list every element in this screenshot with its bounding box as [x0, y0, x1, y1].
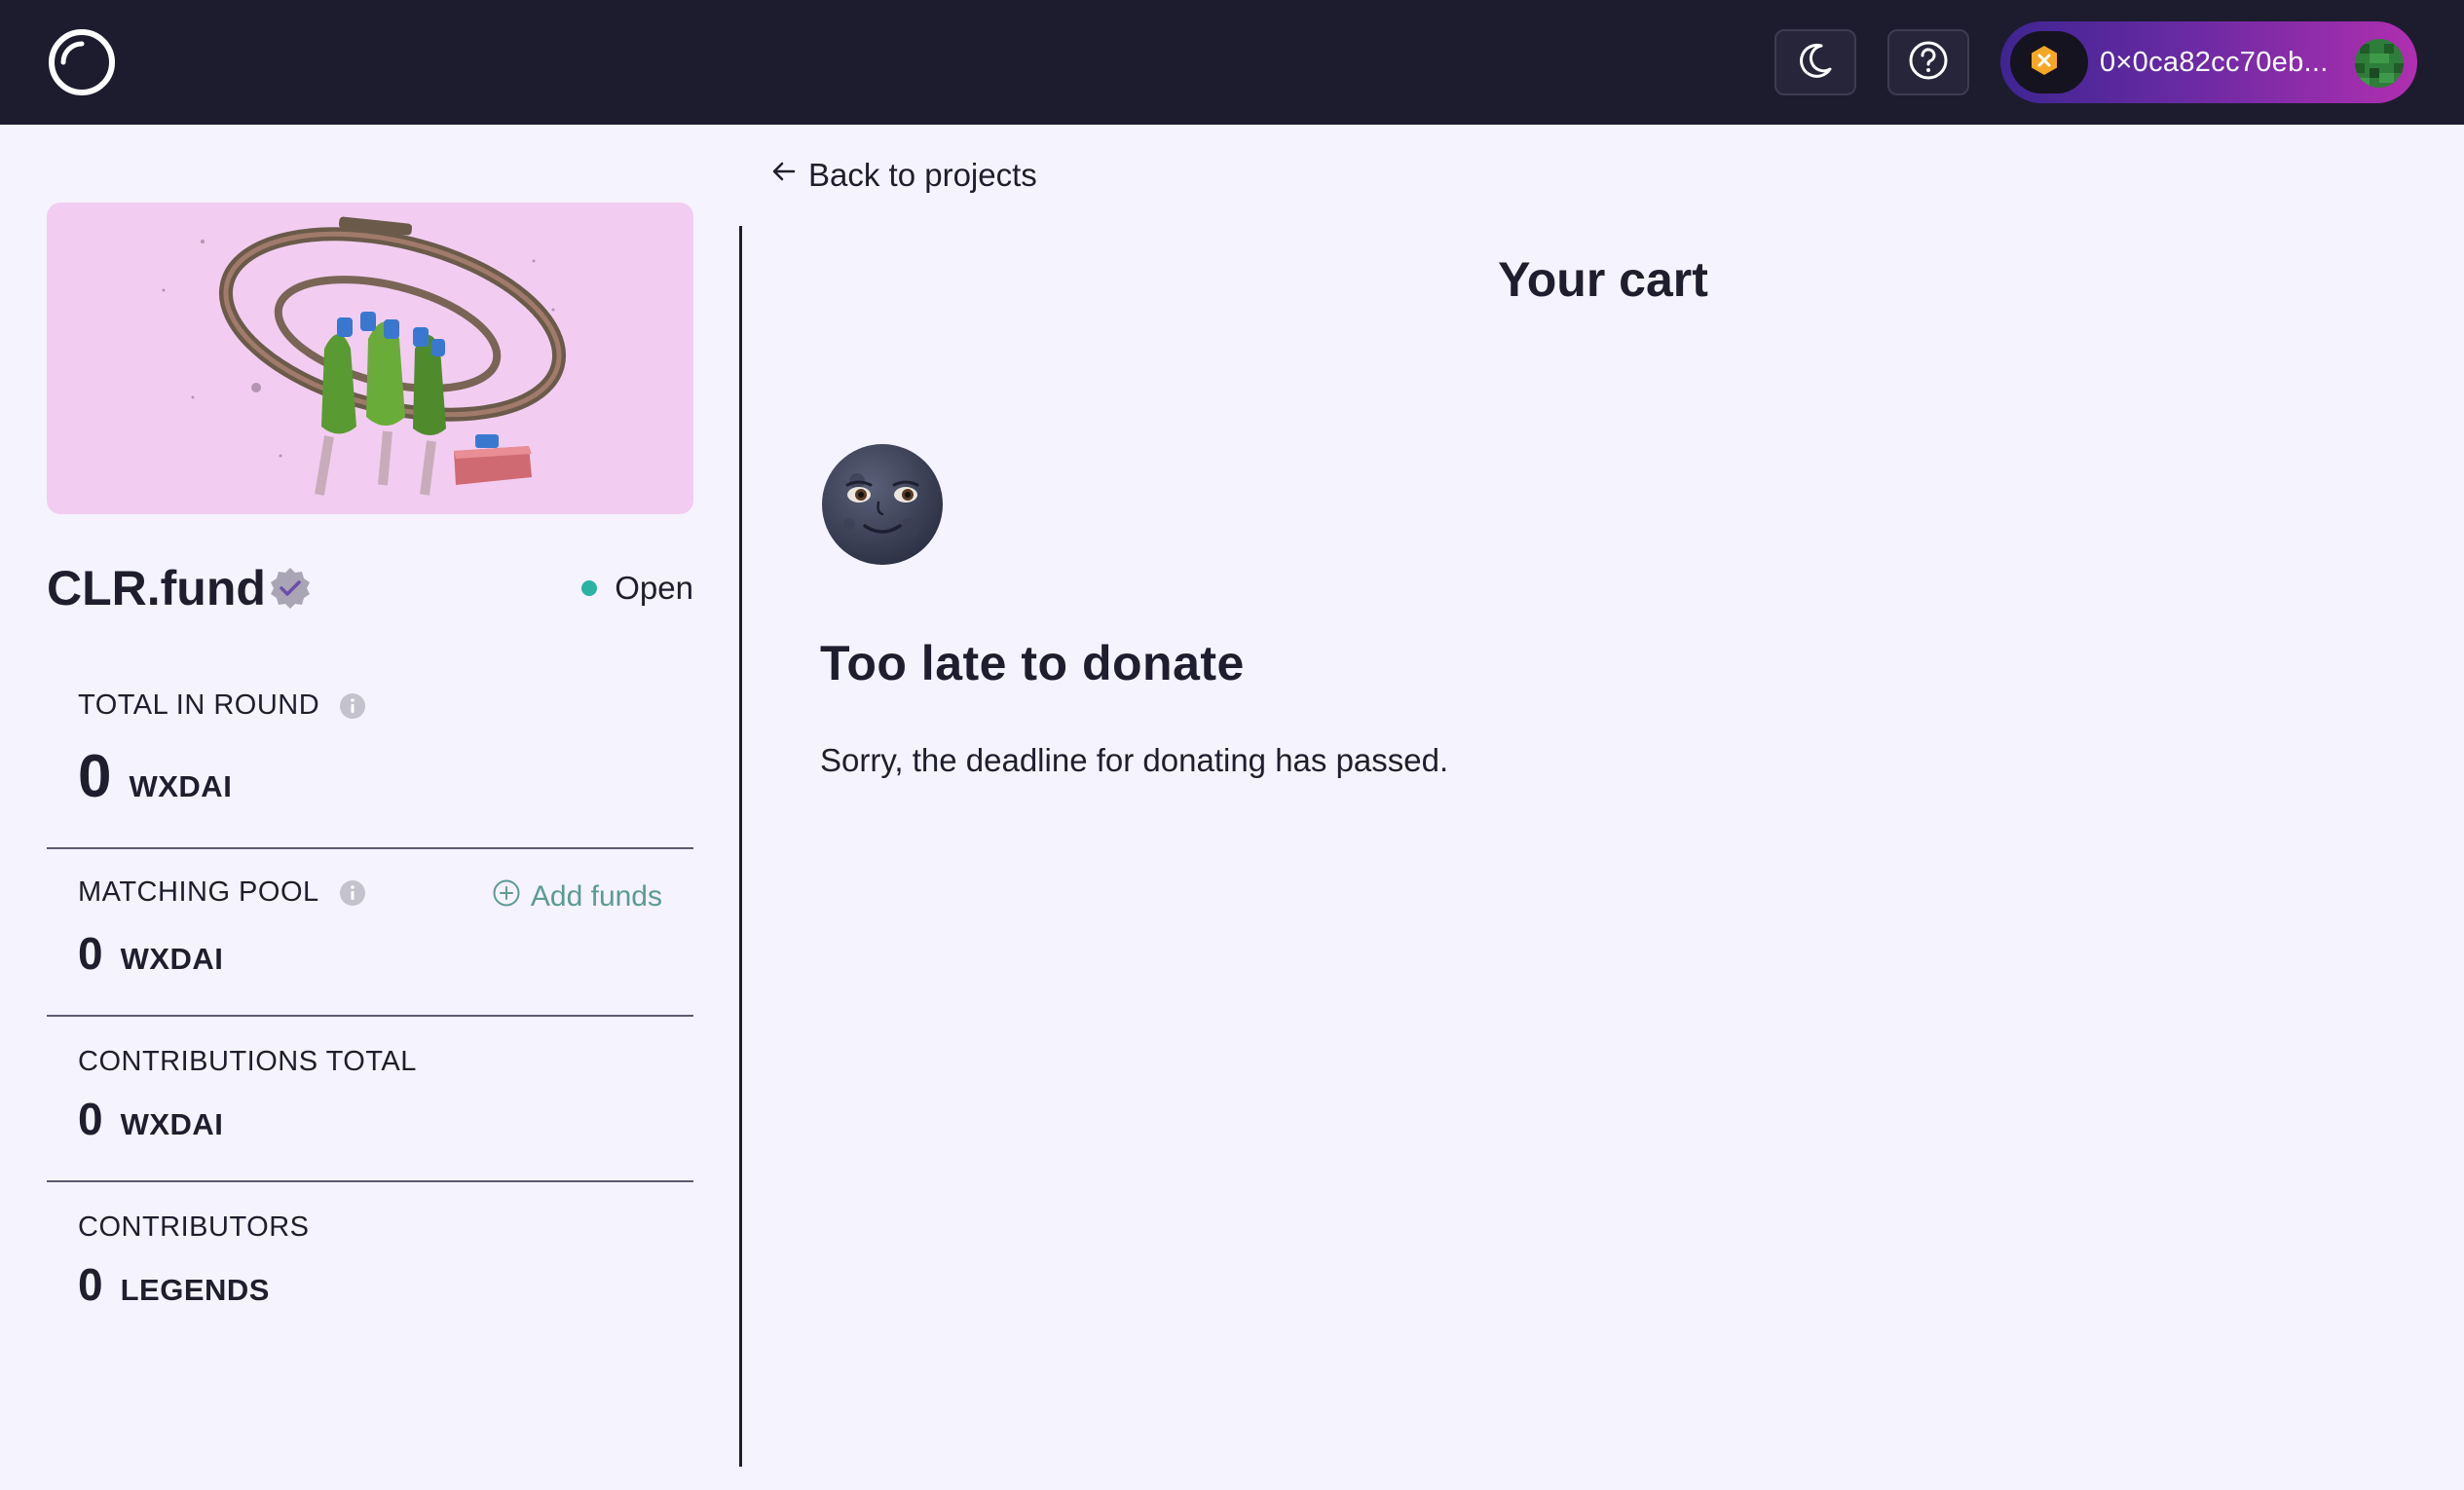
- theme-toggle-button[interactable]: [1774, 29, 1856, 95]
- avatar: [2355, 39, 2404, 88]
- stat-label: TOTAL IN ROUND: [78, 689, 320, 721]
- new-moon-face-icon: [820, 442, 945, 567]
- stat-label: MATCHING POOL: [78, 876, 319, 908]
- verified-badge-icon: [267, 565, 314, 612]
- stat-label: CONTRIBUTORS: [78, 1211, 310, 1243]
- stat-contributions-total: CONTRIBUTIONS TOTAL 0 WXDAI: [47, 1017, 693, 1182]
- stat-value: 0: [78, 1094, 103, 1144]
- stat-total-in-round: TOTAL IN ROUND 0 WXDAI: [47, 662, 693, 849]
- stat-contributors: CONTRIBUTORS 0 LEGENDS: [47, 1182, 693, 1328]
- stat-unit: LEGENDS: [120, 1273, 270, 1307]
- info-icon[interactable]: [339, 692, 366, 720]
- add-funds-label: Add funds: [530, 880, 662, 913]
- stat-matching-pool: MATCHING POOL Add funds 0 WXDAI: [47, 849, 693, 1017]
- cart-title: Your cart: [1498, 252, 1708, 307]
- back-to-projects-link[interactable]: Back to projects: [769, 152, 1037, 199]
- xdai-chain-icon: [2028, 44, 2061, 82]
- stat-unit: WXDAI: [120, 1107, 224, 1141]
- project-name: CLR.fund: [47, 561, 266, 615]
- wallet-button[interactable]: 0×0ca82cc70eb...: [2000, 21, 2417, 103]
- cart-empty-message: Sorry, the deadline for donating has pas…: [820, 742, 1449, 778]
- arrow-left-icon: [769, 157, 808, 194]
- stat-unit: WXDAI: [129, 769, 233, 803]
- wallet-address: 0×0ca82cc70eb...: [2100, 47, 2329, 78]
- round-status: Open: [581, 553, 693, 623]
- project-header: CLR.fund Open: [47, 553, 693, 623]
- question-circle-icon: [1907, 39, 1950, 87]
- cart-empty-heading: Too late to donate: [820, 636, 1245, 690]
- add-funds-button[interactable]: Add funds: [492, 878, 662, 915]
- chain-badge: [2010, 31, 2088, 93]
- top-bar: 0×0ca82cc70eb...: [0, 0, 2464, 125]
- back-link-label: Back to projects: [808, 157, 1037, 193]
- stat-value: 0: [78, 1259, 103, 1310]
- moon-crescent-icon: [1796, 41, 1835, 85]
- project-image: [47, 203, 693, 514]
- info-icon[interactable]: [339, 879, 366, 907]
- plus-circle-icon: [492, 878, 531, 915]
- vertical-divider: [739, 226, 742, 1467]
- stat-value: 0: [78, 743, 112, 810]
- status-dot-icon: [581, 580, 598, 596]
- stat-label: CONTRIBUTIONS TOTAL: [78, 1046, 417, 1077]
- status-label: Open: [615, 570, 693, 606]
- stat-unit: WXDAI: [120, 942, 224, 976]
- help-button[interactable]: [1887, 29, 1969, 95]
- stat-value: 0: [78, 928, 103, 979]
- clrfund-logo-icon[interactable]: [47, 27, 117, 97]
